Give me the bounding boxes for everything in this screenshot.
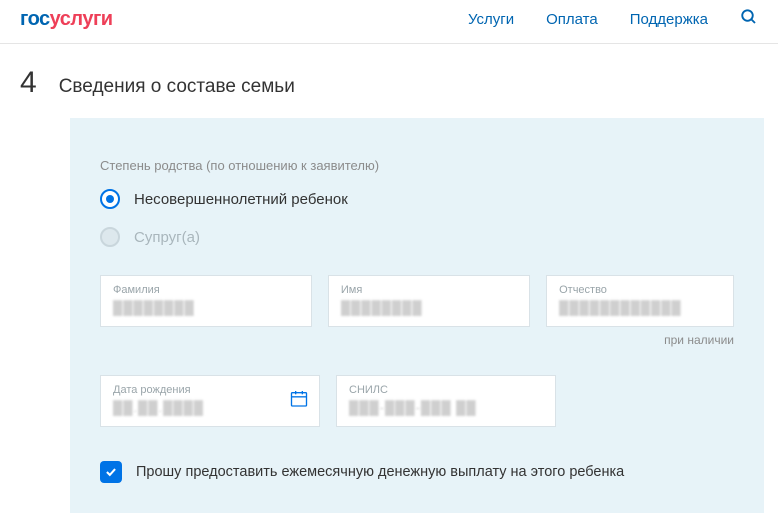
radio-label-spouse: Супруг(а) [134, 229, 200, 246]
top-nav: Услуги Оплата Поддержка [468, 8, 758, 31]
birthdate-field[interactable]: Дата рождения ██.██.████ [100, 375, 320, 427]
patronymic-value: ████████████ [559, 300, 721, 316]
surname-value: ████████ [113, 300, 299, 316]
payment-checkbox-label: Прошу предоставить ежемесячную денежную … [136, 464, 624, 480]
patronymic-label: Отчество [559, 284, 721, 296]
id-fields-row: Дата рождения ██.██.████ СНИЛС ███-███-█… [100, 375, 734, 427]
nav-services[interactable]: Услуги [468, 11, 514, 28]
form-panel: Степень родства (по отношению к заявител… [70, 118, 764, 513]
snils-value: ███-███-███ ██ [349, 400, 543, 416]
snils-label: СНИЛС [349, 384, 543, 396]
site-header: госуслуги Услуги Оплата Поддержка [0, 0, 778, 44]
search-icon[interactable] [740, 8, 758, 31]
snils-field[interactable]: СНИЛС ███-███-███ ██ [336, 375, 556, 427]
step-number: 4 [20, 66, 37, 100]
radio-minor-child[interactable]: Несовершеннолетний ребенок [100, 189, 734, 209]
radio-icon [100, 189, 120, 209]
section-header: 4 Сведения о составе семьи [0, 44, 778, 118]
logo-part-uslugi: услуги [50, 8, 113, 30]
name-field[interactable]: Имя ████████ [328, 275, 530, 327]
optional-hint: при наличии [100, 333, 734, 347]
name-fields-row: Фамилия ████████ Имя ████████ Отчество █… [100, 275, 734, 327]
nav-payment[interactable]: Оплата [546, 11, 598, 28]
logo[interactable]: госуслуги [20, 8, 113, 31]
radio-spouse[interactable]: Супруг(а) [100, 227, 734, 247]
surname-label: Фамилия [113, 284, 299, 296]
nav-support[interactable]: Поддержка [630, 11, 708, 28]
logo-part-gos: гос [20, 8, 50, 30]
checkbox-icon [100, 461, 122, 483]
birthdate-label: Дата рождения [113, 384, 307, 396]
calendar-icon[interactable] [289, 389, 309, 414]
name-value: ████████ [341, 300, 517, 316]
relation-group-label: Степень родства (по отношению к заявител… [100, 158, 734, 173]
section-title: Сведения о составе семьи [59, 76, 295, 98]
patronymic-field[interactable]: Отчество ████████████ [546, 275, 734, 327]
name-label: Имя [341, 284, 517, 296]
radio-icon [100, 227, 120, 247]
surname-field[interactable]: Фамилия ████████ [100, 275, 312, 327]
radio-label-minor-child: Несовершеннолетний ребенок [134, 191, 348, 208]
payment-checkbox-row[interactable]: Прошу предоставить ежемесячную денежную … [100, 461, 734, 483]
birthdate-value: ██.██.████ [113, 400, 307, 416]
